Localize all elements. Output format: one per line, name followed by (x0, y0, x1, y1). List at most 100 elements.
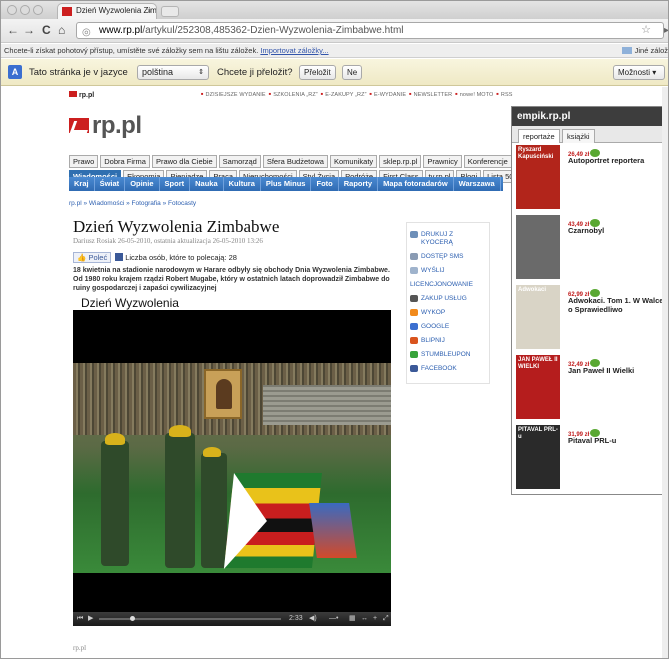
nav-item[interactable]: Samorząd (218, 155, 261, 168)
translate-button[interactable]: Přeložit (299, 65, 336, 80)
grid-icon[interactable]: ▦ (349, 612, 356, 626)
nav-item[interactable]: Prawo dla Ciebie (151, 155, 217, 168)
other-bookmarks[interactable]: Jiné zálož (621, 44, 668, 57)
subnav-item[interactable]: Warszawa (454, 177, 501, 191)
book-cover[interactable]: PITAVAL PRL-u (516, 425, 560, 489)
rewind-icon[interactable]: ⏮ (77, 612, 83, 626)
book-cover[interactable]: Adwokaci (516, 285, 560, 349)
language-select[interactable]: polština ⇕ (137, 65, 209, 80)
options-button[interactable]: Možnosti ▾ (613, 65, 665, 80)
subnav-item[interactable]: Plus Minus (261, 177, 312, 191)
share-link[interactable]: GOOGLE (410, 323, 486, 331)
bookmark-star-icon[interactable]: ☆ (641, 23, 651, 38)
volume-icon[interactable]: ◀) (309, 612, 317, 626)
video-time: 2:33 (289, 615, 303, 622)
minimize-window-button[interactable] (20, 5, 30, 15)
top-link[interactable]: DZISIEJSZE WYDANIE (201, 92, 266, 98)
top-link[interactable]: NEWSLETTER (409, 92, 452, 98)
share-link[interactable]: ZAKUP USŁUG (410, 295, 486, 303)
book-cover[interactable] (516, 215, 560, 279)
reload-button[interactable]: C (42, 23, 51, 37)
share-link[interactable]: DRUKUJ Z KYOCERĄ (410, 231, 486, 247)
book-item[interactable]: Adwokaci 62,99 zł Adwokaci. Tom 1. W Walce… (516, 285, 668, 349)
like-count: Liczba osób, które to polecają: 28 (125, 253, 237, 262)
top-link[interactable]: E-WYDANIE (370, 92, 407, 98)
subnav-item[interactable]: Mapa fotoradarów (378, 177, 454, 191)
nav-item[interactable]: Sfera Budżetowa (262, 155, 328, 168)
subnav-item[interactable]: Foto (311, 177, 339, 191)
book-item[interactable]: JAN PAWEŁ II WIELKI 32,49 zł Jan Paweł II … (516, 355, 668, 419)
share-link[interactable]: WYKOP (410, 309, 486, 317)
book-title[interactable]: Autoportret reportera (568, 156, 666, 166)
fullscreen-icon[interactable]: ⤢ (383, 612, 389, 626)
top-logo[interactable]: rp.pl (69, 91, 94, 99)
share-arrows-icon[interactable]: ↔ (361, 612, 368, 626)
stadium-stand (263, 385, 391, 425)
like-button[interactable]: 👍 Poleć (73, 252, 112, 263)
subnav-item[interactable]: Świat (95, 177, 126, 191)
subnav-item[interactable]: Raporty (339, 177, 379, 191)
book-title[interactable]: Czarnobyl (568, 226, 666, 236)
subnav-item[interactable]: Sport (160, 177, 191, 191)
nav-item[interactable]: Dobra Firma (100, 155, 150, 168)
share-link[interactable]: LICENCJONOWANIE (410, 281, 486, 289)
address-bar[interactable]: ◎ www.rp.pl/artykul/252308,485362-Dzien-… (76, 22, 668, 39)
page-scrollbar[interactable] (662, 87, 668, 658)
tab-close-icon[interactable]: × (147, 4, 152, 18)
book-item[interactable]: Ryszard Kapuściński 26,49 zł Autoportret r… (516, 145, 668, 209)
book-title[interactable]: Jan Paweł II Wielki (568, 366, 666, 376)
share-link-label: STUMBLEUPON (421, 351, 471, 358)
book-title[interactable]: Pitaval PRL-u (568, 436, 666, 446)
nav-item[interactable]: Konferencje (463, 155, 512, 168)
soldier-cap (169, 425, 191, 437)
new-tab-button[interactable] (161, 6, 179, 17)
article-title: Dzień Wyzwolenia Zimbabwe (73, 217, 280, 236)
site-logo[interactable]: rp.pl (69, 112, 142, 140)
share-box: DRUKUJ Z KYOCERĄ DOSTĘP SMS WYŚLIJ LICENCJO… (406, 222, 490, 384)
book-cover[interactable]: Ryszard Kapuściński (516, 145, 560, 209)
book-item[interactable]: PITAVAL PRL-u 31,99 zł Pitaval PRL-u (516, 425, 668, 489)
video-player[interactable]: ⏮ ▶ 2:33 ◀) —• ▦ ↔ + ⤢ (73, 310, 391, 626)
forward-button[interactable]: → (23, 23, 35, 37)
top-link[interactable]: RSS (496, 92, 512, 98)
book-cover[interactable]: JAN PAWEŁ II WIELKI (516, 355, 560, 419)
subnav-item[interactable]: Nauka (190, 177, 224, 191)
tab-reportaze[interactable]: reportaże (518, 129, 560, 143)
nav-item[interactable]: Prawo (69, 155, 99, 168)
subnav-item[interactable]: Kraj (69, 177, 95, 191)
share-link[interactable]: WYŚLIJ (410, 267, 486, 275)
share-link[interactable]: BLIPNIJ (410, 337, 486, 345)
import-bookmarks-link[interactable]: Importovat záložky... (260, 46, 328, 55)
no-translate-button[interactable]: Ne (342, 65, 363, 80)
wrench-icon[interactable]: ▸ (664, 23, 668, 38)
back-button[interactable]: ← (7, 23, 19, 37)
share-link-label: GOOGLE (421, 323, 450, 330)
top-link[interactable]: nowe! MOTO (455, 92, 493, 98)
embed-icon[interactable]: + (373, 612, 377, 626)
top-link[interactable]: SZKOLENIA „RZ” (269, 92, 318, 98)
top-link[interactable]: E-ZAKUPY „RZ” (321, 92, 367, 98)
nav-item[interactable]: Prawnicy (423, 155, 462, 168)
nav-item[interactable]: sklep.rp.pl (379, 155, 422, 168)
subnav-item[interactable]: Opinie (125, 177, 160, 191)
tab-active[interactable]: Dzień Wyzwolenia Zimbabw × (57, 3, 157, 19)
language-value: polština (142, 67, 174, 77)
seek-bar[interactable] (99, 618, 281, 620)
zoom-window-button[interactable] (33, 5, 43, 15)
volume-slider[interactable]: —• (329, 612, 338, 626)
nav-item[interactable]: Komunikaty (329, 155, 378, 168)
seek-handle[interactable] (129, 616, 135, 621)
breadcrumb[interactable]: rp.pl » Wiadomości » Fotografia » Fotoca… (69, 200, 196, 207)
close-window-button[interactable] (7, 5, 17, 15)
empik-header[interactable]: empik.rp.pl (512, 107, 668, 126)
share-link[interactable]: DOSTĘP SMS (410, 253, 486, 261)
empik-tabs: reportaże książki (512, 126, 668, 143)
book-title[interactable]: Adwokaci. Tom 1. W Walce o Sprawiedliwo (568, 296, 666, 314)
share-link[interactable]: FACEBOOK (410, 365, 486, 373)
book-item[interactable]: 43,49 zł Czarnobyl (516, 215, 668, 279)
home-button[interactable]: ⌂ (58, 23, 65, 37)
subnav-item[interactable]: Kultura (224, 177, 261, 191)
share-link[interactable]: STUMBLEUPON (410, 351, 486, 359)
play-icon[interactable]: ▶ (88, 612, 93, 626)
tab-ksiazki[interactable]: książki (562, 129, 595, 143)
